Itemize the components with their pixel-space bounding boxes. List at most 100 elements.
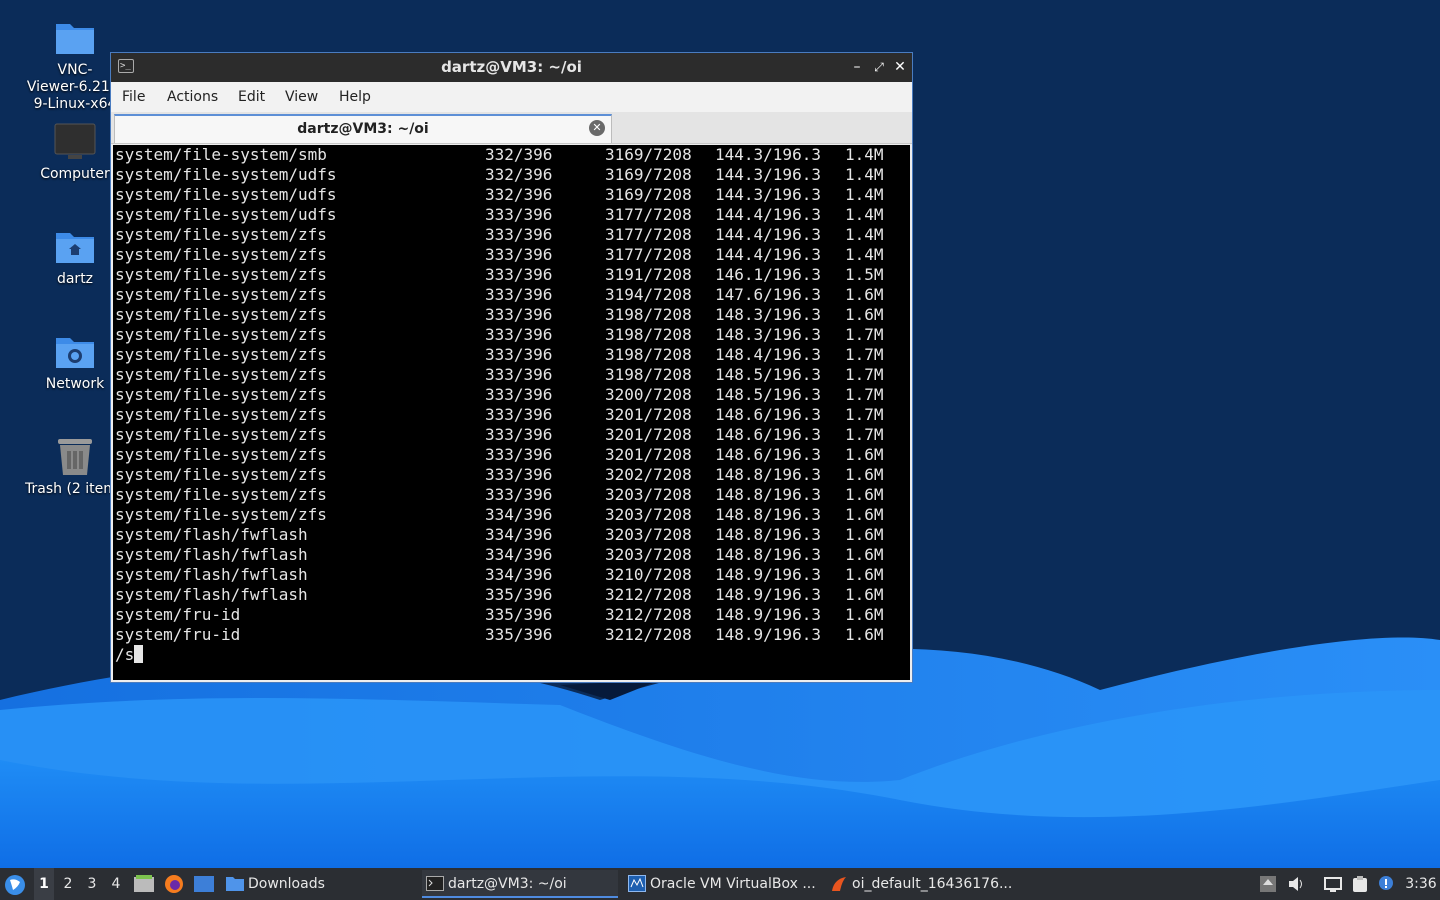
task-label: Downloads — [248, 876, 325, 892]
size-progress: 148.9/196.3 — [715, 585, 821, 604]
size-progress: 148.8/196.3 — [715, 485, 821, 504]
terminal-prompt[interactable]: /s — [115, 645, 144, 665]
file-count: 3169/7208 — [605, 145, 692, 164]
package-count: 333/396 — [485, 285, 553, 304]
file-count: 3191/7208 — [605, 265, 692, 284]
task-label: Oracle VM VirtualBox ... — [650, 876, 816, 892]
package-name: system/file-system/zfs — [115, 465, 327, 484]
task-downloads[interactable]: Downloads — [222, 870, 412, 898]
package-name: system/file-system/zfs — [115, 505, 327, 524]
size-progress: 148.9/196.3 — [715, 605, 821, 624]
file-count: 3177/7208 — [605, 245, 692, 264]
file-count: 3169/7208 — [605, 185, 692, 204]
network-status-icon[interactable] — [1324, 875, 1342, 893]
speed: 1.4M — [845, 145, 884, 164]
menu-actions[interactable]: Actions — [167, 89, 218, 105]
workspace-4[interactable]: 4 — [106, 868, 126, 900]
package-name: system/fru-id — [115, 625, 241, 644]
vm-window-icon — [832, 877, 846, 891]
speed: 1.6M — [845, 285, 884, 304]
task-terminal[interactable]: dartz@VM3: ~/oi — [422, 870, 618, 898]
file-count: 3201/7208 — [605, 425, 692, 444]
task-vm-window[interactable]: oi_default_16436176... — [826, 870, 1022, 898]
package-count: 332/396 — [485, 145, 553, 164]
size-progress: 148.8/196.3 — [715, 545, 821, 564]
workspace-1[interactable]: 1 — [34, 868, 54, 900]
menu-file[interactable]: File — [122, 89, 145, 105]
package-name: system/file-system/zfs — [115, 385, 327, 404]
file-manager-launcher-icon[interactable] — [134, 875, 154, 893]
terminal-output[interactable]: system/file-system/smb 332/396 3169/7208 14… — [113, 145, 910, 680]
close-button[interactable]: ✕ — [891, 57, 909, 77]
file-count: 3198/7208 — [605, 345, 692, 364]
speed: 1.6M — [845, 505, 884, 524]
size-progress: 148.3/196.3 — [715, 305, 821, 324]
size-progress: 144.4/196.3 — [715, 245, 821, 264]
terminal-window[interactable]: >_ dartz@VM3: ~/oi – ⤢ ✕ File Actions Ed… — [110, 52, 913, 683]
terminal-tab[interactable]: dartz@VM3: ~/oi ✕ — [114, 114, 612, 143]
speed: 1.4M — [845, 245, 884, 264]
file-count: 3212/7208 — [605, 605, 692, 624]
package-count: 333/396 — [485, 265, 553, 284]
file-count: 3203/7208 — [605, 525, 692, 544]
package-name: system/file-system/zfs — [115, 445, 327, 464]
package-count: 333/396 — [485, 465, 553, 484]
terminal-icon — [426, 876, 444, 891]
volume-icon[interactable] — [1287, 875, 1305, 893]
notification-icon[interactable] — [1377, 875, 1395, 893]
size-progress: 148.3/196.3 — [715, 325, 821, 344]
package-name: system/file-system/udfs — [115, 185, 337, 204]
window-titlebar[interactable]: >_ dartz@VM3: ~/oi – ⤢ ✕ — [111, 53, 912, 82]
maximize-button[interactable]: ⤢ — [870, 57, 888, 77]
file-count: 3201/7208 — [605, 405, 692, 424]
home-folder-icon — [56, 233, 94, 263]
speed: 1.4M — [845, 225, 884, 244]
menu-edit[interactable]: Edit — [238, 89, 265, 105]
menu-help[interactable]: Help — [339, 89, 371, 105]
workspace-2[interactable]: 2 — [58, 868, 78, 900]
file-count: 3203/7208 — [605, 505, 692, 524]
package-count: 333/396 — [485, 445, 553, 464]
task-label: oi_default_16436176... — [852, 876, 1013, 892]
file-count: 3201/7208 — [605, 445, 692, 464]
package-count: 334/396 — [485, 505, 553, 524]
speed: 1.4M — [845, 185, 884, 204]
app-menu-icon[interactable] — [4, 874, 26, 896]
package-name: system/file-system/zfs — [115, 305, 327, 324]
clipboard-icon[interactable] — [1351, 875, 1369, 893]
file-count: 3177/7208 — [605, 205, 692, 224]
package-name: system/file-system/zfs — [115, 485, 327, 504]
speed: 1.6M — [845, 585, 884, 604]
text-cursor — [134, 645, 144, 663]
package-count: 335/396 — [485, 605, 553, 624]
file-count: 3200/7208 — [605, 385, 692, 404]
package-count: 332/396 — [485, 165, 553, 184]
size-progress: 144.4/196.3 — [715, 205, 821, 224]
speed: 1.6M — [845, 565, 884, 584]
computer-icon — [54, 123, 96, 159]
file-count: 3169/7208 — [605, 165, 692, 184]
file-count: 3203/7208 — [605, 485, 692, 504]
menu-view[interactable]: View — [285, 89, 318, 105]
size-progress: 144.4/196.3 — [715, 225, 821, 244]
show-desktop-icon[interactable] — [194, 875, 214, 893]
workspace-3[interactable]: 3 — [82, 868, 102, 900]
tab-close-icon[interactable]: ✕ — [589, 120, 605, 136]
size-progress: 148.8/196.3 — [715, 505, 821, 524]
folder-icon — [56, 24, 94, 54]
package-name: system/file-system/zfs — [115, 365, 327, 384]
package-count: 333/396 — [485, 205, 553, 224]
file-count: 3198/7208 — [605, 305, 692, 324]
package-name: system/file-system/zfs — [115, 245, 327, 264]
upload-icon[interactable] — [1259, 875, 1277, 893]
package-name: system/file-system/udfs — [115, 205, 337, 224]
package-name: system/flash/fwflash — [115, 585, 308, 604]
menu-bar: File Actions Edit View Help — [111, 82, 912, 112]
task-virtualbox[interactable]: Oracle VM VirtualBox ... — [624, 870, 820, 898]
speed: 1.7M — [845, 405, 884, 424]
virtualbox-icon — [628, 875, 646, 892]
firefox-icon[interactable] — [164, 874, 184, 894]
speed: 1.7M — [845, 365, 884, 384]
minimize-button[interactable]: – — [848, 57, 866, 77]
clock[interactable]: 3:36 — [1404, 868, 1438, 900]
